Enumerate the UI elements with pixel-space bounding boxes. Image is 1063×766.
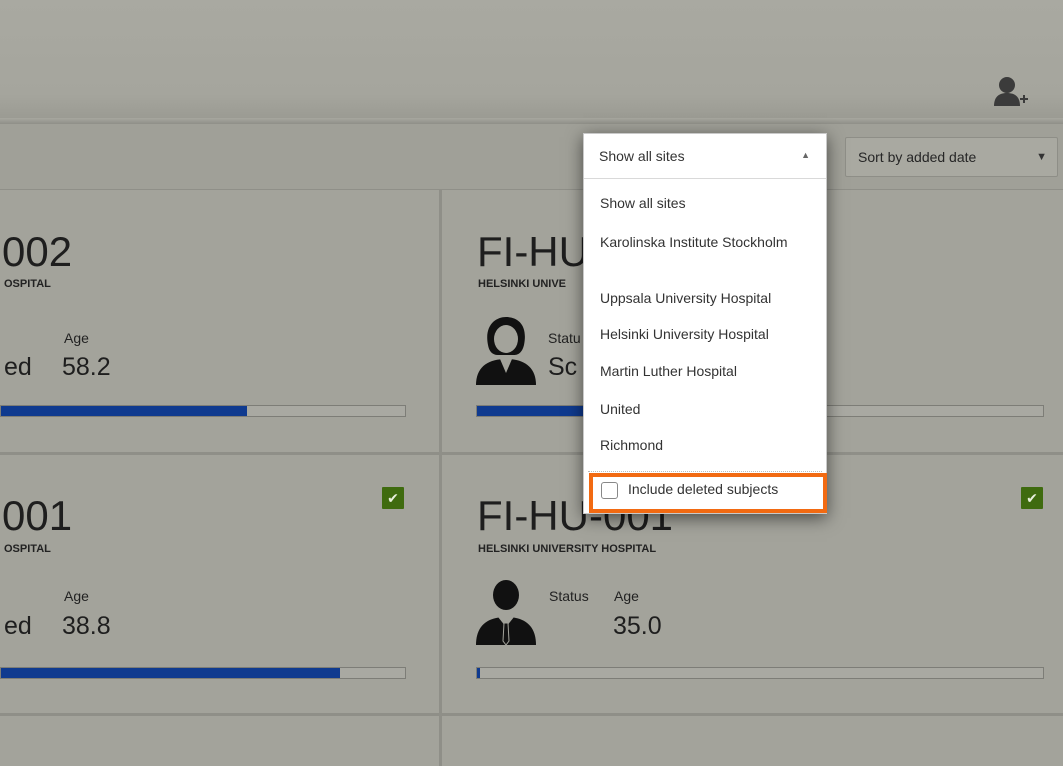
age-value: 38.8	[62, 612, 111, 640]
subject-site: HELSINKI UNIVERSITY HOSPITAL	[478, 543, 657, 555]
progress-fill	[1, 406, 248, 416]
progress-fill	[477, 406, 591, 416]
age-label: Age	[64, 330, 89, 346]
subject-site: HELSINKI UNIVE	[478, 278, 567, 290]
site-filter-dropdown[interactable]: Show all sites ▲ Show all sites Karolins…	[583, 133, 827, 514]
age-label: Age	[614, 588, 639, 604]
subject-id: 001	[2, 492, 73, 539]
age-value: 58.2	[62, 353, 111, 381]
subject-id: FI-HU	[477, 228, 589, 275]
status-value: Sc	[548, 353, 578, 381]
add-user-icon[interactable]	[990, 72, 1030, 112]
progress-fill	[1, 668, 341, 678]
status-label: Status	[549, 588, 589, 604]
dropdown-divider	[588, 471, 822, 472]
checkmark-icon[interactable]: ✔	[1021, 487, 1043, 509]
site-option[interactable]: Show all sites	[600, 195, 815, 212]
status-label: Statu	[548, 330, 581, 346]
age-value: 35.0	[613, 612, 662, 640]
progress-bar	[0, 667, 406, 679]
male-avatar-icon	[476, 580, 536, 645]
site-option[interactable]: Helsinki University Hospital	[600, 326, 815, 343]
grid-divider-horizontal	[0, 713, 1063, 716]
site-option[interactable]: Uppsala University Hospital	[600, 290, 815, 307]
progress-bar	[0, 405, 406, 417]
status-value: ed	[4, 353, 32, 381]
site-filter-select[interactable]: Show all sites ▲	[584, 134, 826, 179]
top-header	[0, 0, 1063, 118]
checkmark-icon[interactable]: ✔	[382, 487, 404, 509]
site-option[interactable]: Richmond	[600, 437, 815, 454]
grid-divider-horizontal	[0, 452, 1063, 455]
sort-select[interactable]: Sort by added date ▼	[845, 137, 1058, 177]
site-option[interactable]: United	[600, 401, 815, 418]
progress-fill	[477, 668, 480, 678]
include-deleted-label[interactable]: Include deleted subjects	[628, 481, 778, 497]
grid-divider-vertical	[439, 190, 442, 766]
age-label: Age	[64, 588, 89, 604]
sort-select-value: Sort by added date	[858, 149, 977, 165]
subject-site: OSPITAL	[4, 278, 51, 290]
chevron-up-icon: ▲	[801, 150, 810, 160]
status-value: ed	[4, 612, 32, 640]
include-deleted-checkbox[interactable]	[601, 482, 618, 499]
chevron-down-icon: ▼	[1036, 151, 1047, 163]
progress-bar	[476, 667, 1044, 679]
site-filter-selected: Show all sites	[599, 148, 685, 164]
subject-site: OSPITAL	[4, 543, 51, 555]
site-option[interactable]: Karolinska Institute Stockholm	[600, 234, 815, 251]
site-option[interactable]: Martin Luther Hospital	[600, 363, 815, 380]
female-avatar-icon	[476, 317, 536, 385]
subject-id: 002	[2, 228, 73, 275]
